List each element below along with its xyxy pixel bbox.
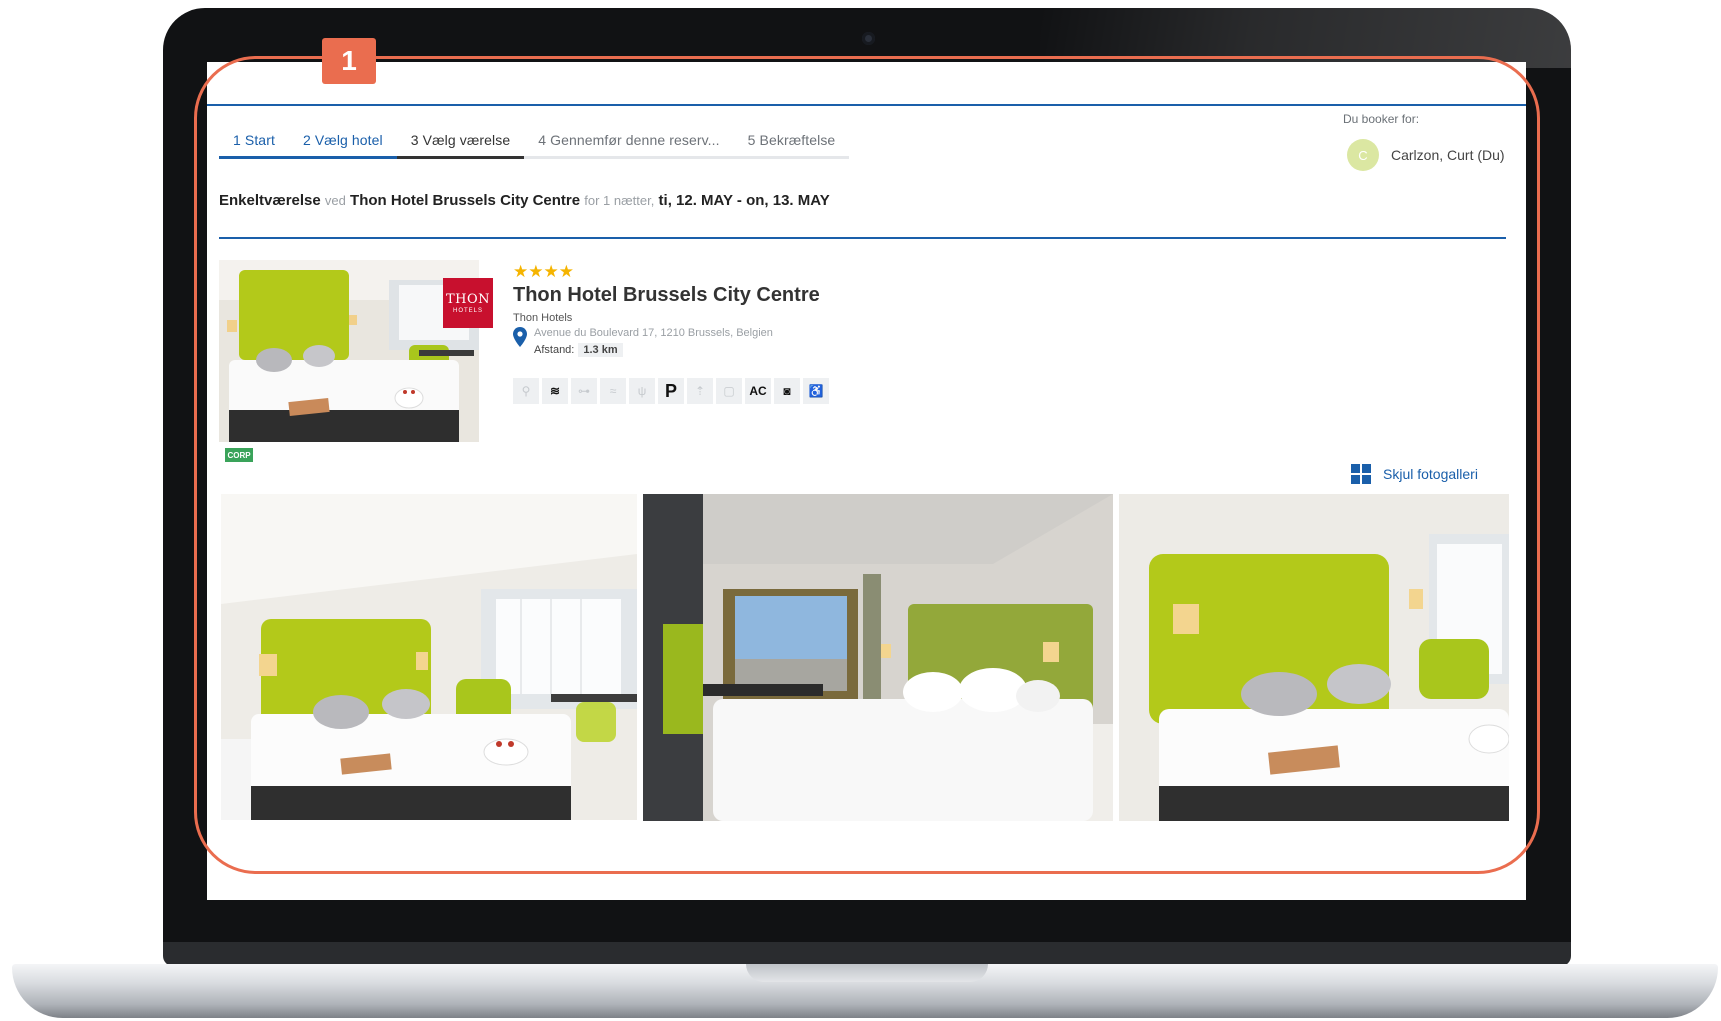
annotation-highlight [194,56,1540,874]
laptop-notch [746,964,988,982]
laptop-hinge [163,942,1571,966]
webcam-icon [862,32,875,45]
annotation-badge: 1 [322,38,376,84]
